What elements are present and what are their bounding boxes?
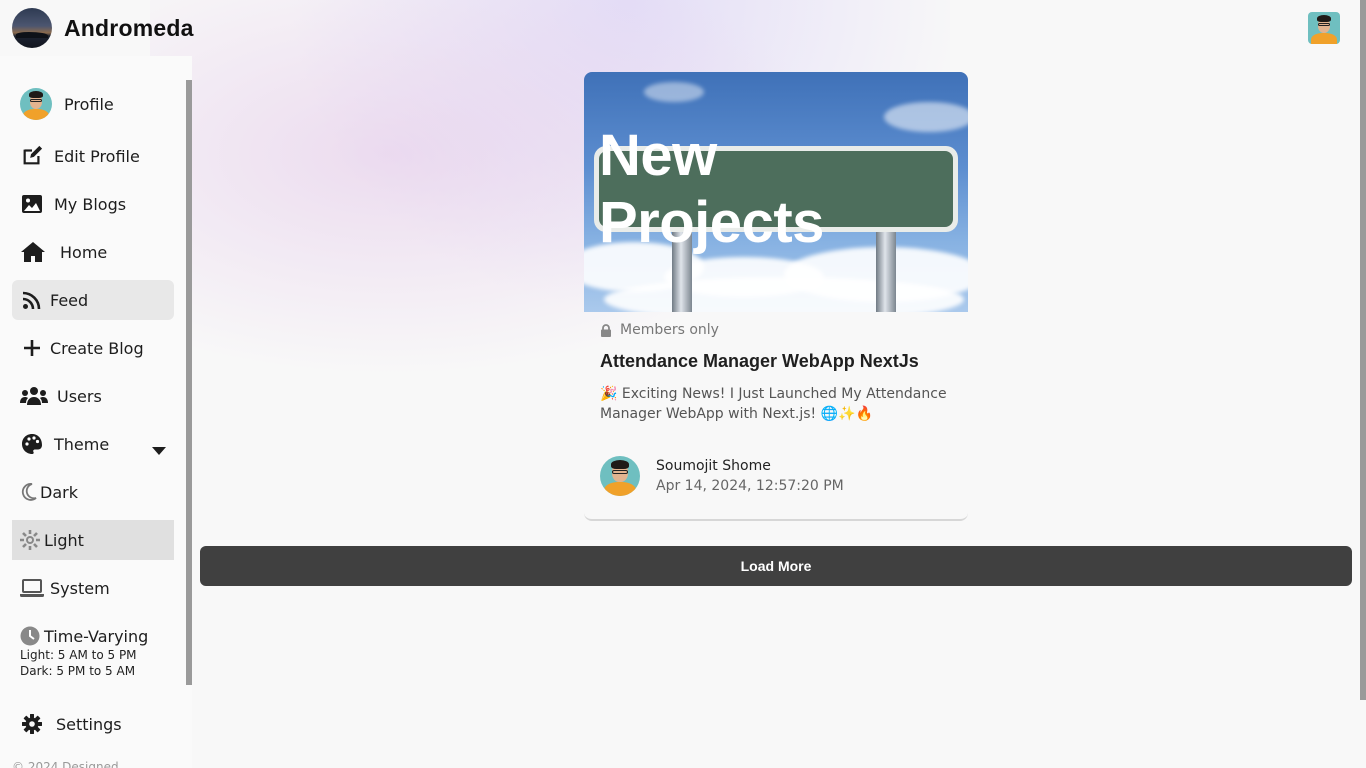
- sidebar-item-edit-profile[interactable]: Edit Profile: [12, 136, 174, 176]
- clock-icon: [20, 624, 40, 648]
- sidebar-item-label: Profile: [64, 94, 114, 114]
- sidebar-item-create-blog[interactable]: Create Blog: [12, 328, 174, 368]
- sidebar-item-my-blogs[interactable]: My Blogs: [12, 184, 174, 224]
- sidebar-item-theme[interactable]: Theme: [12, 424, 174, 464]
- post-cover-image: New Projects: [584, 72, 968, 312]
- edit-icon: [20, 144, 44, 168]
- image-icon: [20, 192, 44, 216]
- sign-text: New Projects: [599, 123, 953, 255]
- author-name[interactable]: Soumojit Shome: [656, 458, 771, 474]
- access-label: Members only: [620, 322, 719, 338]
- sun-icon: [20, 528, 40, 552]
- post-excerpt: 🎉 Exciting News! I Just Launched My Atte…: [600, 386, 947, 422]
- theme-option-label: System: [50, 578, 110, 598]
- theme-option-light[interactable]: Light: [12, 520, 174, 560]
- sign-board: New Projects: [594, 123, 958, 255]
- lock-icon: [601, 323, 611, 337]
- sidebar-item-label: Settings: [56, 714, 122, 734]
- sidebar-item-label: Home: [60, 242, 108, 262]
- footer-copyright: © 2024 Designed: [12, 760, 119, 768]
- time-varying-dark-range: Dark: 5 PM to 5 AM: [20, 664, 136, 678]
- sidebar-item-home[interactable]: Home: [12, 232, 174, 272]
- load-more-button[interactable]: Load More: [200, 546, 1352, 586]
- theme-option-label: Time-Varying: [44, 626, 149, 646]
- theme-option-label: Light: [44, 530, 84, 550]
- post-card[interactable]: New Projects Members only Attendance Man…: [584, 72, 968, 521]
- moon-icon: [20, 480, 38, 504]
- home-icon: [20, 240, 46, 264]
- theme-option-system[interactable]: System: [12, 568, 174, 608]
- brand[interactable]: Andromeda: [12, 8, 194, 48]
- sidebar-item-label: Users: [57, 386, 102, 406]
- page-scrollbar[interactable]: [1360, 0, 1366, 700]
- plus-icon: [20, 336, 44, 360]
- sidebar-item-feed[interactable]: Feed: [12, 280, 174, 320]
- users-icon: [20, 384, 48, 408]
- sidebar-item-settings[interactable]: Settings: [12, 704, 174, 744]
- post-date: Apr 14, 2024, 12:57:20 PM: [656, 478, 844, 494]
- sidebar-scrollbar[interactable]: [186, 80, 192, 685]
- user-avatar-button[interactable]: [1308, 12, 1340, 44]
- theme-option-label: Dark: [40, 482, 78, 502]
- sidebar-item-label: Theme: [54, 434, 110, 454]
- author-avatar[interactable]: [600, 456, 640, 496]
- sidebar-item-label: Create Blog: [50, 338, 144, 358]
- sidebar-item-label: Feed: [50, 290, 89, 310]
- sidebar-item-users[interactable]: Users: [12, 376, 174, 416]
- gear-icon: [20, 712, 44, 736]
- palette-icon: [20, 432, 44, 456]
- theme-option-dark[interactable]: Dark: [12, 472, 174, 512]
- sidebar-item-profile[interactable]: Profile: [12, 84, 174, 124]
- sidebar-item-label: My Blogs: [54, 194, 127, 214]
- access-badge: Members only: [600, 322, 719, 338]
- post-title[interactable]: Attendance Manager WebApp NextJs: [600, 351, 919, 372]
- brand-name: Andromeda: [64, 14, 194, 41]
- brand-logo: [12, 8, 52, 48]
- rss-icon: [20, 288, 44, 312]
- caret-down-icon: [152, 440, 166, 459]
- laptop-icon: [20, 576, 44, 600]
- time-varying-light-range: Light: 5 AM to 5 PM: [20, 648, 137, 662]
- sidebar-item-label: Edit Profile: [54, 146, 140, 166]
- profile-avatar: [20, 88, 52, 120]
